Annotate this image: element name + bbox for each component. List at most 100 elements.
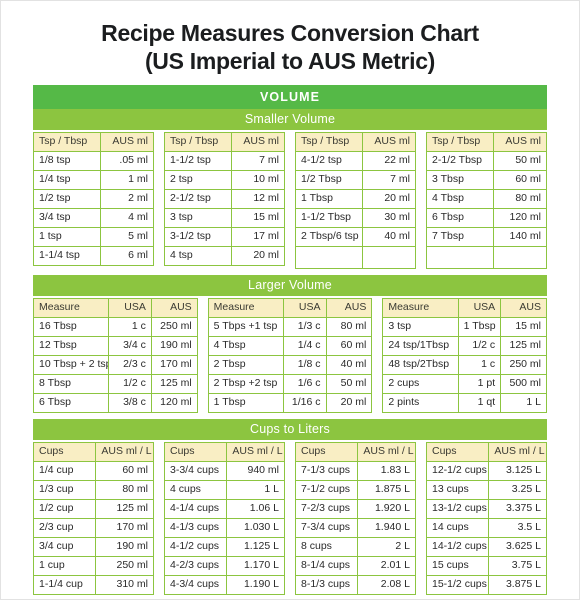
table-header-row: Measure USA AUS <box>382 298 548 318</box>
measure-cell: 12-1/2 cups <box>425 461 490 481</box>
value-cell: 3.375 L <box>488 499 547 519</box>
measure-cell: 1/3 cup <box>32 480 97 500</box>
table-row: 2-1/2 Tbsp 50 ml <box>425 151 547 171</box>
measure-cell: 48 tsp/2Tbsp <box>382 355 459 375</box>
conversion-chart-page: Recipe Measures Conversion Chart (US Imp… <box>0 0 580 600</box>
column-header: Measure <box>32 298 110 318</box>
column-header: Cups <box>294 442 359 462</box>
value-cell: 1.190 L <box>226 575 285 595</box>
smaller-volume-column: Tsp / Tbsp AUS ml 4-1/2 tsp 22 ml 1/2 Tbsp 7 … <box>294 132 416 269</box>
table-row: 7-1/2 cups 1.875 L <box>294 480 416 500</box>
table-row: 4 Tbsp 1/4 c 60 ml <box>207 336 373 356</box>
cups-to-liters-table: Cups AUS ml / L 7-1/3 cups 1.83 L 7-1/2 cups… <box>294 442 416 595</box>
table-row: 3 tsp 1 Tbsp 15 ml <box>382 317 548 337</box>
table-row: 1/4 tsp 1 ml <box>32 170 154 190</box>
measure-cell: 14 cups <box>425 518 490 538</box>
table-row: 1 Tbsp 20 ml <box>294 189 416 209</box>
measure-cell: 1/2 Tbsp <box>294 170 364 190</box>
table-row: 4-3/4 cups 1.190 L <box>163 575 285 595</box>
measure-cell: 15 cups <box>425 556 490 576</box>
table-row: 8 cups 2 L <box>294 537 416 557</box>
table-row: 14-1/2 cups 3.625 L <box>425 537 547 557</box>
table-row: 24 tsp/1Tbsp 1/2 c 125 ml <box>382 336 548 356</box>
column-header: AUS ml <box>100 132 154 152</box>
value-cell: 3.125 L <box>488 461 547 481</box>
page-title-line-2: (US Imperial to AUS Metric) <box>144 48 436 74</box>
table-row: 4-2/3 cups 1.170 L <box>163 556 285 576</box>
subsection-band-smaller-volume: Smaller Volume <box>33 109 547 130</box>
value-cell: 310 ml <box>95 575 154 595</box>
column-header: Tsp / Tbsp <box>294 132 364 152</box>
larger-volume-table-grid: Measure USA AUS 16 Tbsp 1 c 250 ml 12 Tbsp 3/4 … <box>32 298 548 413</box>
value-cell: 17 ml <box>231 227 285 247</box>
table-header-row: Tsp / Tbsp AUS ml <box>425 132 547 152</box>
value-cell: 1/16 c <box>282 393 327 413</box>
table-header-row: Tsp / Tbsp AUS ml <box>163 132 285 152</box>
value-cell: 50 ml <box>325 374 373 394</box>
measure-cell: 8-1/3 cups <box>294 575 359 595</box>
value-cell: 2/3 c <box>108 355 152 375</box>
column-header: Tsp / Tbsp <box>425 132 495 152</box>
smaller-volume-column: Tsp / Tbsp AUS ml 1/8 tsp .05 ml 1/4 tsp 1 ml… <box>32 132 154 269</box>
value-cell: 40 ml <box>325 355 373 375</box>
table-row: 12-1/2 cups 3.125 L <box>425 461 547 481</box>
value-cell: 60 ml <box>493 170 547 190</box>
measure-cell: 6 Tbsp <box>425 208 495 228</box>
smaller-volume-table: Tsp / Tbsp AUS ml 1-1/2 tsp 7 ml 2 tsp 10 ml 2… <box>163 132 285 266</box>
measure-cell: 1/4 cup <box>32 461 97 481</box>
smaller-volume-column: Tsp / Tbsp AUS ml 1-1/2 tsp 7 ml 2 tsp 10 ml 2… <box>163 132 285 269</box>
column-header: USA <box>282 298 327 318</box>
column-header: AUS ml / L <box>95 442 154 462</box>
value-cell: 1.125 L <box>226 537 285 557</box>
column-header: AUS ml / L <box>226 442 285 462</box>
page-title-line-1: Recipe Measures Conversion Chart <box>101 20 479 46</box>
value-cell: 190 ml <box>95 537 154 557</box>
table-row: 3/4 cup 190 ml <box>32 537 154 557</box>
column-header: Cups <box>425 442 490 462</box>
smaller-volume-table: Tsp / Tbsp AUS ml 1/8 tsp .05 ml 1/4 tsp 1 ml… <box>32 132 154 266</box>
measure-cell: 4-1/2 cups <box>163 537 228 557</box>
value-cell: 60 ml <box>325 336 373 356</box>
measure-cell: 7-1/2 cups <box>294 480 359 500</box>
table-row: 4-1/3 cups 1.030 L <box>163 518 285 538</box>
value-cell: 1.83 L <box>357 461 416 481</box>
table-row: 7 Tbsp 140 ml <box>425 227 547 247</box>
table-row: 7-3/4 cups 1.940 L <box>294 518 416 538</box>
value-cell: 1/3 c <box>282 317 327 337</box>
measure-cell: 1-1/4 cup <box>32 575 97 595</box>
table-row: 13-1/2 cups 3.375 L <box>425 499 547 519</box>
measure-cell: 2-1/2 tsp <box>163 189 233 209</box>
larger-volume-column: Measure USA AUS 5 Tbps +1 tsp 1/3 c 80 ml 4 Tb… <box>207 298 373 413</box>
value-cell: 1 c <box>457 355 502 375</box>
larger-volume-table: Measure USA AUS 3 tsp 1 Tbsp 15 ml 24 tsp/1Tbs… <box>382 298 548 413</box>
larger-volume-column: Measure USA AUS 16 Tbsp 1 c 250 ml 12 Tbsp 3/4 … <box>32 298 198 413</box>
column-header: AUS <box>150 298 198 318</box>
value-cell: 1/8 c <box>282 355 327 375</box>
value-cell: 3.5 L <box>488 518 547 538</box>
value-cell: 3.75 L <box>488 556 547 576</box>
value-cell: 40 ml <box>362 227 416 247</box>
value-cell: 50 ml <box>493 151 547 171</box>
value-cell: 250 ml <box>500 355 548 375</box>
value-cell: 7 ml <box>231 151 285 171</box>
page-title: Recipe Measures Conversion Chart (US Imp… <box>1 1 579 75</box>
value-cell: 1.06 L <box>226 499 285 519</box>
column-header: USA <box>108 298 152 318</box>
measure-cell: 2 Tbsp/6 tsp <box>294 227 364 247</box>
column-header: Tsp / Tbsp <box>32 132 102 152</box>
subsection-band-larger-volume: Larger Volume <box>33 275 547 296</box>
measure-cell: 2-1/2 Tbsp <box>425 151 495 171</box>
measure-cell: 2 tsp <box>163 170 233 190</box>
table-row: 1/2 cup 125 ml <box>32 499 154 519</box>
measure-cell: 16 Tbsp <box>32 317 110 337</box>
measure-cell: 1-1/2 Tbsp <box>294 208 364 228</box>
measure-cell: 12 Tbsp <box>32 336 110 356</box>
measure-cell: 3-1/2 tsp <box>163 227 233 247</box>
chart-content: VOLUME Smaller Volume Tsp / Tbsp AUS ml 1/… <box>32 75 548 595</box>
table-row: 3/4 tsp 4 ml <box>32 208 154 228</box>
table-header-row: Tsp / Tbsp AUS ml <box>32 132 154 152</box>
measure-cell: 2 Tbsp +2 tsp <box>207 374 284 394</box>
value-cell: 3.25 L <box>488 480 547 500</box>
table-row: 12 Tbsp 3/4 c 190 ml <box>32 336 198 356</box>
column-header: AUS ml / L <box>357 442 416 462</box>
